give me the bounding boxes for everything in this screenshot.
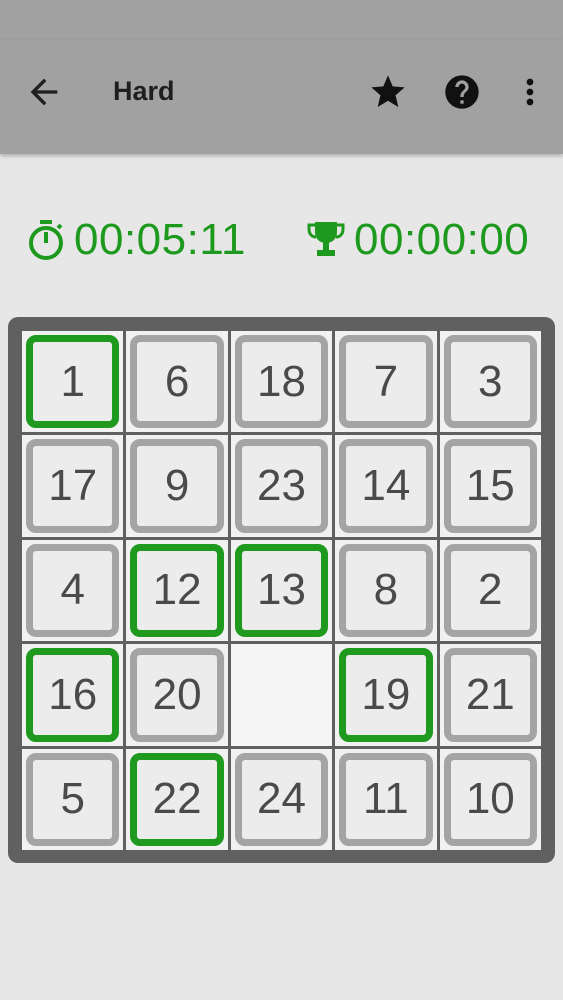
best-time-value: 00:00:00 — [354, 215, 530, 264]
tile[interactable]: 6 — [130, 335, 224, 429]
board-cell: 19 — [335, 644, 437, 746]
board-cell: 2 — [439, 539, 541, 642]
elapsed-timer: 00:05:11 — [26, 212, 246, 268]
board-cell: 12 — [126, 539, 228, 642]
tile[interactable]: 8 — [339, 543, 433, 638]
back-button[interactable] — [24, 72, 64, 112]
stopwatch-icon — [29, 220, 63, 260]
board-cell: 10 — [439, 748, 541, 850]
tile[interactable]: 7 — [339, 335, 433, 429]
board-cell: 23 — [230, 435, 333, 537]
tile[interactable]: 21 — [443, 648, 537, 742]
board-cell: 8 — [335, 539, 437, 642]
tile[interactable]: 11 — [339, 752, 433, 846]
app-bar: Hard — [0, 40, 563, 154]
tile[interactable]: 18 — [234, 335, 329, 429]
timers: 00:05:11 00:00:00 — [0, 212, 563, 268]
board-cell: 15 — [439, 435, 541, 537]
tile[interactable]: 17 — [26, 439, 120, 533]
board-cell: 7 — [335, 331, 437, 433]
board-cell: 6 — [126, 331, 228, 433]
help-button[interactable] — [442, 72, 482, 112]
tile[interactable]: 13 — [234, 543, 329, 638]
star-icon — [371, 75, 405, 107]
board-cell: 21 — [439, 644, 541, 746]
board-cell: 1 — [22, 331, 124, 433]
tile[interactable]: 10 — [443, 752, 537, 846]
tile[interactable]: 14 — [339, 439, 433, 533]
board-cell: 5 — [22, 748, 124, 850]
tile[interactable]: 23 — [234, 439, 329, 533]
tile[interactable]: 16 — [26, 648, 120, 742]
tile[interactable]: 2 — [443, 543, 537, 638]
board-cell: 11 — [335, 748, 437, 850]
board-cell: 24 — [230, 748, 333, 850]
board-cell: 16 — [22, 644, 124, 746]
board-cell: 9 — [126, 435, 228, 537]
board-cell: 17 — [22, 435, 124, 537]
best-time: 00:00:00 — [306, 212, 529, 268]
tile[interactable]: 15 — [443, 439, 537, 533]
board-cell: 4 — [22, 539, 124, 642]
puzzle-grid: 1 6 18 7 3 17 9 23 14 15 4 12 13 8 2 16 20 19 21 5 22 24 11 10 — [22, 331, 541, 850]
empty-cell — [230, 644, 333, 746]
tile[interactable]: 9 — [130, 439, 224, 533]
status-bar — [0, 0, 563, 40]
tile[interactable]: 20 — [130, 648, 224, 742]
more-vert-icon — [526, 78, 534, 106]
board-cell: 20 — [126, 644, 228, 746]
tile[interactable]: 22 — [130, 752, 224, 846]
arrow-back-icon — [30, 78, 58, 106]
help-circle-icon — [445, 75, 479, 109]
tile[interactable]: 3 — [443, 335, 537, 429]
more-options-button[interactable] — [510, 72, 550, 112]
tile[interactable]: 19 — [339, 648, 433, 742]
favorite-button[interactable] — [368, 72, 408, 112]
puzzle-board: 1 6 18 7 3 17 9 23 14 15 4 12 13 8 2 16 20 19 21 5 22 24 11 10 — [8, 317, 555, 863]
board-cell: 22 — [126, 748, 228, 850]
tile[interactable]: 1 — [26, 335, 120, 429]
elapsed-time: 00:05:11 — [74, 215, 247, 264]
board-cell: 18 — [230, 331, 333, 433]
trophy-icon — [307, 222, 345, 256]
board-cell: 13 — [230, 539, 333, 642]
tile[interactable]: 24 — [234, 752, 329, 846]
page-title: Hard — [113, 76, 175, 106]
tile[interactable]: 5 — [26, 752, 120, 846]
tile[interactable]: 4 — [26, 543, 120, 638]
board-cell: 14 — [335, 435, 437, 537]
tile[interactable]: 12 — [130, 543, 224, 638]
board-cell: 3 — [439, 331, 541, 433]
